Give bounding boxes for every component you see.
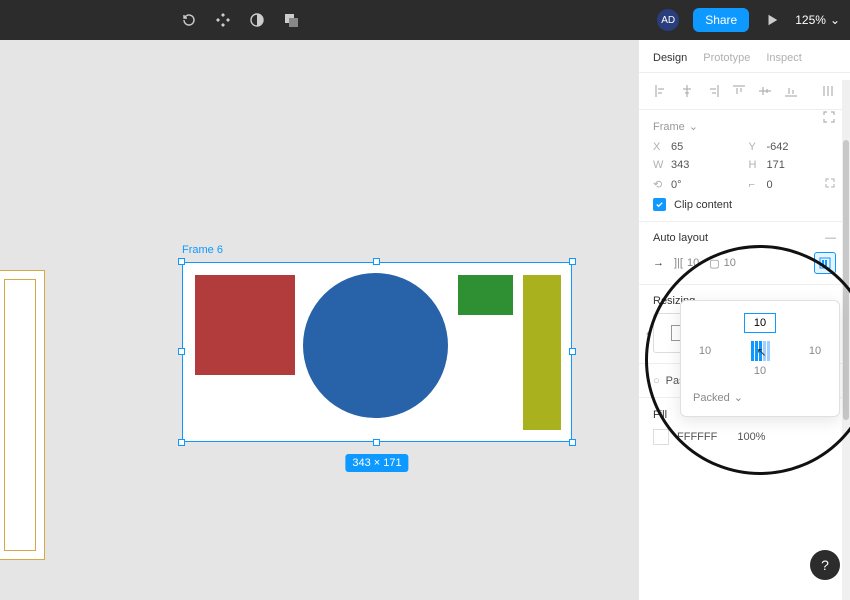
- padding-left-input[interactable]: 10: [699, 345, 711, 357]
- frame-label[interactable]: Frame 6: [182, 244, 223, 256]
- alignment-grid[interactable]: ↖: [751, 341, 770, 361]
- h-field[interactable]: H171: [749, 159, 837, 171]
- resize-handle[interactable]: [569, 348, 576, 355]
- resize-handle[interactable]: [569, 439, 576, 446]
- canvas[interactable]: Frame 6 343 × 171: [0, 40, 638, 600]
- remove-autolayout-icon[interactable]: —: [825, 232, 836, 244]
- zoom-value: 125%: [795, 13, 826, 27]
- tab-prototype[interactable]: Prototype: [703, 52, 750, 64]
- resize-handle[interactable]: [569, 258, 576, 265]
- frame-section-title[interactable]: Frame⌄: [653, 120, 698, 133]
- x-field[interactable]: X65: [653, 141, 741, 153]
- chevron-down-icon: ⌄: [734, 391, 743, 404]
- help-button[interactable]: ?: [810, 550, 840, 580]
- components-icon[interactable]: [214, 11, 232, 29]
- mask-icon[interactable]: [248, 11, 266, 29]
- shape-rectangle-red[interactable]: [195, 275, 295, 375]
- chevron-down-icon: ⌄: [830, 13, 840, 27]
- padding-field[interactable]: ▢10: [709, 257, 736, 270]
- fill-swatch[interactable]: [653, 429, 669, 445]
- resize-handle[interactable]: [373, 258, 380, 265]
- alignment-padding-button[interactable]: [814, 252, 836, 274]
- size-badge: 343 × 171: [345, 454, 408, 472]
- selected-frame[interactable]: Frame 6 343 × 171: [182, 262, 572, 442]
- other-frame[interactable]: [0, 270, 45, 560]
- clip-content-checkbox[interactable]: [653, 198, 666, 211]
- radius-field[interactable]: ⌐0: [749, 177, 837, 192]
- direction-horizontal-icon[interactable]: →: [653, 257, 664, 269]
- align-top-icon[interactable]: [731, 83, 747, 99]
- shape-rectangle-olive[interactable]: [523, 275, 561, 430]
- blend-mode-icon[interactable]: ○: [653, 375, 660, 387]
- fill-hex[interactable]: FFFFFF: [677, 431, 717, 443]
- w-field[interactable]: W343: [653, 159, 741, 171]
- spacing-mode[interactable]: Packed⌄: [693, 391, 827, 404]
- present-icon[interactable]: [763, 11, 781, 29]
- padding-bottom-input[interactable]: 10: [754, 365, 766, 377]
- align-vcenter-icon[interactable]: [757, 83, 773, 99]
- resize-to-fit-icon[interactable]: [822, 110, 836, 127]
- chevron-down-icon: ⌄: [689, 120, 698, 133]
- tab-inspect[interactable]: Inspect: [766, 52, 801, 64]
- zoom-control[interactable]: 125% ⌄: [795, 13, 840, 27]
- avatar[interactable]: AD: [657, 9, 679, 31]
- scrollbar-track[interactable]: [842, 80, 850, 600]
- frame-box[interactable]: [182, 262, 572, 442]
- tidy-up-icon[interactable]: [820, 83, 836, 99]
- boolean-icon[interactable]: [282, 11, 300, 29]
- align-hcenter-icon[interactable]: [679, 83, 695, 99]
- shape-circle-blue[interactable]: [303, 273, 448, 418]
- y-field[interactable]: Y-642: [749, 141, 837, 153]
- rotation-field[interactable]: ⟲0°: [653, 177, 741, 192]
- resize-handle[interactable]: [373, 439, 380, 446]
- scrollbar-thumb[interactable]: [843, 140, 849, 420]
- top-toolbar: AD Share 125% ⌄: [0, 0, 850, 40]
- independent-corners-icon[interactable]: [824, 177, 836, 192]
- autolayout-section-title: Auto layout: [653, 232, 708, 244]
- alignment-padding-popover: 10 10 ↖ 10 10 Packed⌄: [680, 300, 840, 417]
- reset-icon[interactable]: [180, 11, 198, 29]
- shape-rectangle-green[interactable]: [458, 275, 513, 315]
- clip-content-label: Clip content: [674, 199, 732, 211]
- fill-opacity[interactable]: 100%: [737, 431, 765, 443]
- tab-design[interactable]: Design: [653, 52, 687, 64]
- resize-handle[interactable]: [178, 348, 185, 355]
- resize-handle[interactable]: [178, 258, 185, 265]
- align-left-icon[interactable]: [653, 83, 669, 99]
- alignment-row: [639, 73, 850, 110]
- share-button[interactable]: Share: [693, 8, 749, 32]
- padding-top-input[interactable]: 10: [744, 313, 776, 333]
- chevron-left-icon: ‹: [646, 328, 650, 340]
- align-bottom-icon[interactable]: [783, 83, 799, 99]
- gap-field[interactable]: ]|[10: [674, 257, 699, 269]
- gap-icon: ]|[: [674, 257, 683, 269]
- resize-handle[interactable]: [178, 439, 185, 446]
- cursor-icon: ↖: [757, 345, 767, 359]
- align-right-icon[interactable]: [705, 83, 721, 99]
- padding-right-input[interactable]: 10: [809, 345, 821, 357]
- padding-icon: ▢: [709, 257, 719, 270]
- fill-section-title: Fill: [653, 409, 667, 421]
